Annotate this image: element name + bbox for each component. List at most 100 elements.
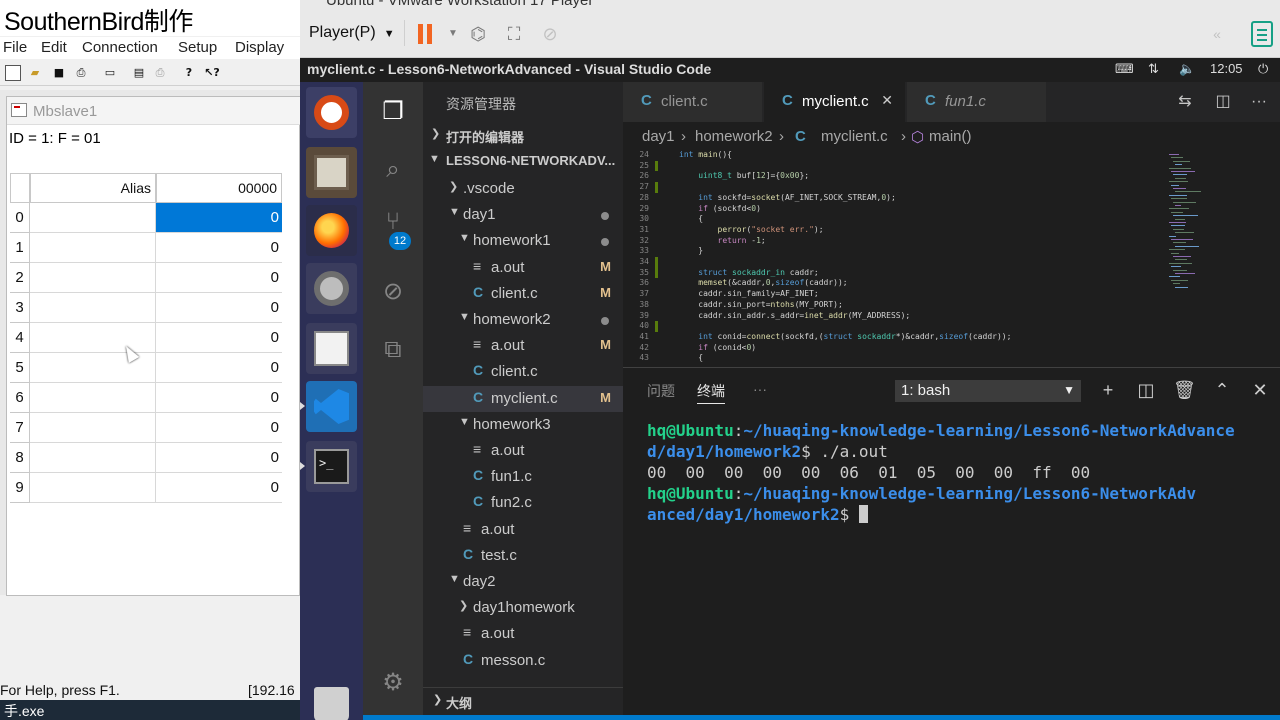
alias-cell[interactable] (30, 473, 156, 503)
window-icon[interactable]: ▭ (102, 65, 118, 81)
tree-file[interactable]: ≡ a.out M (423, 255, 623, 281)
tab-terminal[interactable]: 终端 (697, 381, 725, 404)
files-icon[interactable] (306, 147, 357, 198)
firefox-icon[interactable] (306, 205, 357, 256)
register-value-cell[interactable]: 0 (156, 473, 282, 503)
clock[interactable]: 12:05 (1210, 61, 1243, 76)
row-index[interactable]: 9 (10, 473, 30, 503)
row-index[interactable]: 8 (10, 443, 30, 473)
workspace-section[interactable]: ▼ LESSON6-NETWORKADV... (423, 149, 623, 175)
explorer-icon[interactable]: ❐ (377, 96, 409, 128)
tree-file[interactable]: ≡ a.out (423, 517, 623, 543)
pause-icon[interactable] (417, 24, 435, 46)
power-icon[interactable]: ⏻ (1258, 61, 1268, 77)
chevron-up-icon[interactable]: ⌃ (1211, 379, 1233, 401)
row-index[interactable]: 0 (10, 203, 30, 233)
add-terminal-icon[interactable]: + (1097, 379, 1119, 401)
tree-folder[interactable]: ▼ homework3 (423, 412, 623, 438)
breadcrumb-item[interactable]: main() (929, 128, 972, 145)
vscode-icon[interactable] (306, 381, 357, 432)
open-editors-section[interactable]: ❯ 打开的编辑器 (423, 123, 623, 149)
column-header-alias[interactable]: Alias (30, 173, 156, 203)
text-editor-icon[interactable] (306, 323, 357, 374)
tree-file[interactable]: Cmesson.c (423, 648, 623, 674)
split-terminal-icon[interactable]: ◫ (1135, 379, 1157, 401)
network-icon[interactable]: ⇅ (1148, 61, 1159, 77)
minimap[interactable] (1168, 150, 1273, 365)
breadcrumb-item[interactable]: homework2 (695, 128, 773, 145)
extensions-icon[interactable]: ⧉ (377, 334, 409, 366)
tree-file[interactable]: Cfun2.c (423, 490, 623, 516)
tab-myclient-c[interactable]: C myclient.c ✕ (764, 82, 906, 122)
fullscreen-icon[interactable]: ⛶ (502, 22, 526, 46)
terminal-select[interactable]: 1: bash ▼ (895, 380, 1081, 402)
register-value-cell[interactable]: 0 (156, 323, 282, 353)
ubuntu-logo-icon[interactable] (306, 87, 357, 138)
taskbar-item[interactable]: 手.exe (0, 700, 300, 720)
tree-file[interactable]: Cmyclient.c M (423, 385, 623, 412)
new-file-icon[interactable] (5, 65, 21, 81)
breadcrumb-item[interactable]: myclient.c (821, 128, 888, 145)
register-value-cell[interactable]: 0 (156, 413, 282, 443)
alias-cell[interactable] (30, 293, 156, 323)
gear-icon[interactable]: ⚙ (377, 667, 409, 699)
register-value-cell[interactable]: 0 (156, 203, 282, 233)
search-icon[interactable]: ⌕ (377, 154, 409, 186)
player-menu[interactable]: Player(P) ▼ (309, 24, 395, 42)
trash-icon[interactable]: 🗑 (1173, 379, 1196, 401)
tree-file[interactable]: ≡ a.out M (423, 333, 623, 359)
print-icon[interactable]: ⎙ (73, 65, 89, 81)
tree-file[interactable]: Cfun1.c (423, 464, 623, 490)
tree-folder[interactable]: ▼ day2 (423, 569, 623, 595)
tree-file[interactable]: Ctest.c (423, 543, 623, 569)
register-value-cell[interactable]: 0 (156, 233, 282, 263)
menu-connection[interactable]: Connection (82, 39, 158, 56)
row-index[interactable]: 1 (10, 233, 30, 263)
menu-file[interactable]: File (3, 39, 27, 56)
alias-cell[interactable] (30, 263, 156, 293)
tab-fun1-c[interactable]: C fun1.c (907, 82, 1047, 122)
row-index[interactable]: 5 (10, 353, 30, 383)
menu-display[interactable]: Display (235, 39, 284, 56)
close-icon[interactable]: ✕ (881, 92, 893, 109)
column-header-address[interactable]: 00000 (156, 173, 282, 203)
table-icon[interactable]: ▤ (131, 65, 147, 81)
breadcrumb-item[interactable]: day1 (642, 128, 675, 145)
tree-file[interactable]: Cclient.c (423, 359, 623, 385)
register-value-cell[interactable]: 0 (156, 383, 282, 413)
help-icon[interactable]: ? (181, 65, 197, 81)
back-icon[interactable]: « (1205, 22, 1229, 46)
row-index[interactable]: 4 (10, 323, 30, 353)
split-editor-icon[interactable]: ◫ (1213, 92, 1233, 112)
menu-edit[interactable]: Edit (41, 39, 67, 56)
context-help-icon[interactable]: ↖? (204, 65, 220, 81)
row-index[interactable]: 6 (10, 383, 30, 413)
register-value-cell[interactable]: 0 (156, 443, 282, 473)
alias-cell[interactable] (30, 413, 156, 443)
tab-problems[interactable]: 问题 (647, 381, 675, 401)
alias-cell[interactable] (30, 443, 156, 473)
volume-icon[interactable]: 🔈 (1179, 61, 1195, 77)
close-icon[interactable]: ✕ (1249, 379, 1271, 401)
row-index[interactable]: 2 (10, 263, 30, 293)
tree-folder[interactable]: ❯ .vscode (423, 176, 623, 202)
code-editor[interactable]: 24 int main(){25 26 uint8_t buf[12]={0x00}… (623, 150, 1280, 365)
alias-cell[interactable] (30, 203, 156, 233)
disabled-print-icon[interactable]: ⎙ (152, 65, 168, 81)
terminal-icon[interactable]: >_ (306, 441, 357, 492)
alias-cell[interactable] (30, 383, 156, 413)
open-folder-icon[interactable]: ▰ (27, 65, 43, 81)
keyboard-icon[interactable]: ⌨ (1115, 61, 1134, 77)
register-value-cell[interactable]: 0 (156, 263, 282, 293)
notes-icon[interactable] (1251, 21, 1273, 47)
tree-folder[interactable]: ▼ homework2 (423, 307, 623, 333)
alias-cell[interactable] (30, 233, 156, 263)
pause-dropdown-icon[interactable]: ▼ (441, 22, 465, 46)
tree-folder[interactable]: ▼ day1 (423, 202, 623, 228)
tree-file[interactable]: Cclient.c M (423, 281, 623, 307)
tab-client-c[interactable]: C client.c (623, 82, 763, 122)
unity-icon[interactable]: ⊘ (538, 22, 562, 46)
menu-setup[interactable]: Setup (178, 39, 217, 56)
register-value-cell[interactable]: 0 (156, 353, 282, 383)
trash-icon[interactable] (306, 679, 357, 720)
